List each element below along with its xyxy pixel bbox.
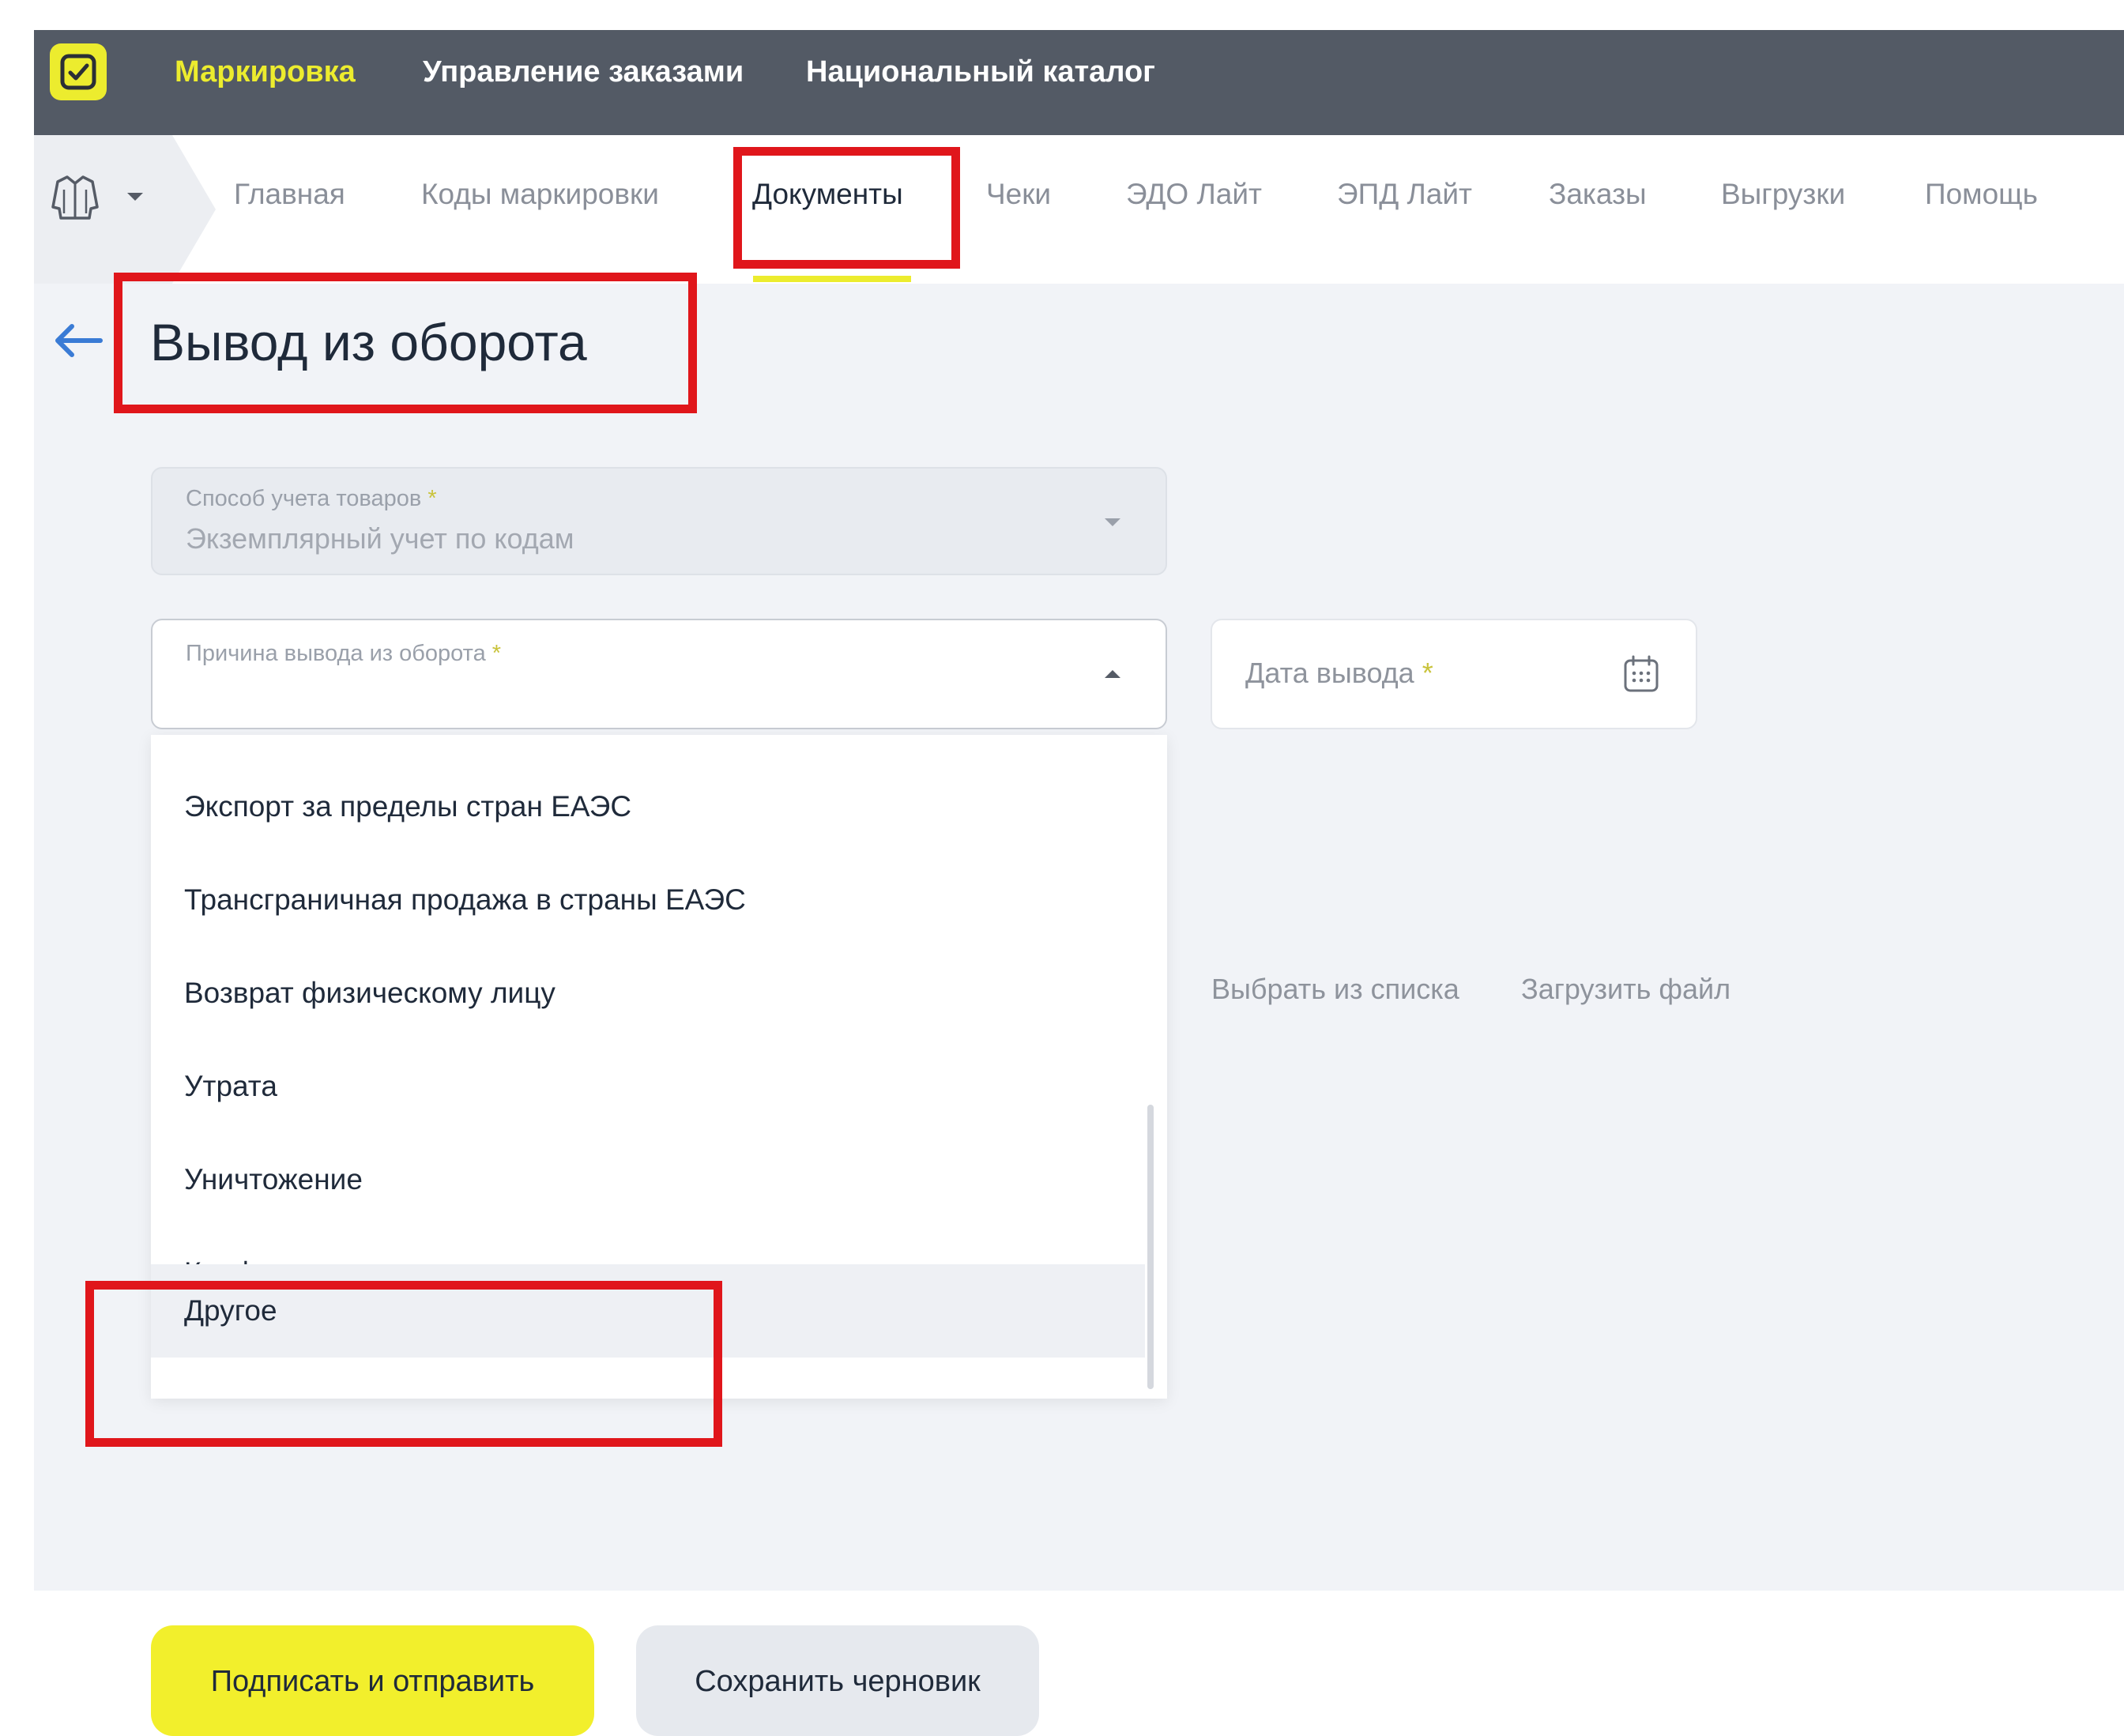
subnav-home[interactable]: Главная <box>234 135 345 284</box>
accounting-method-value: Экземплярный учет по кодам <box>186 522 574 555</box>
subnav-marking-codes[interactable]: Коды маркировки <box>421 135 659 284</box>
calendar-icon[interactable] <box>1621 654 1661 694</box>
upload-file-link[interactable]: Загрузить файл <box>1521 973 1730 1006</box>
dropdown-option[interactable]: Экспорт за пределы стран ЕАЭС <box>151 760 1145 853</box>
app-window: Маркировка Управление заказами Националь… <box>34 30 2124 1591</box>
dropdown-option[interactable]: Уничтожение <box>151 1133 1145 1226</box>
withdrawal-date-field[interactable]: Дата вывода * <box>1211 619 1697 729</box>
secondary-nav: Главная Коды маркировки Документы Чеки Э… <box>34 135 2124 284</box>
topnav-marking[interactable]: Маркировка <box>175 55 356 89</box>
logo-icon[interactable] <box>50 43 107 100</box>
subnav-edo-lite[interactable]: ЭДО Лайт <box>1126 135 1262 284</box>
subnav-documents[interactable]: Документы <box>752 135 903 284</box>
dropdown-scrollbar[interactable] <box>1147 1105 1154 1389</box>
accounting-method-label: Способ учета товаров * <box>186 486 437 511</box>
subnav-exports[interactable]: Выгрузки <box>1721 135 1845 284</box>
withdrawal-reason-label: Причина вывода из оборота * <box>186 641 502 666</box>
back-arrow-icon[interactable] <box>51 321 104 360</box>
withdrawal-date-placeholder: Дата вывода * <box>1245 657 1433 689</box>
sign-and-send-button[interactable]: Подписать и отправить <box>151 1625 594 1736</box>
dropdown-option-other[interactable]: Другое <box>151 1264 1145 1358</box>
dropdown-option[interactable]: Возврат физическому лицу <box>151 947 1145 1040</box>
dropdown-option[interactable]: Конфискация <box>151 1226 1145 1264</box>
topnav-national-catalog[interactable]: Национальный каталог <box>806 55 1155 89</box>
dropdown-option[interactable]: Трансграничная продажа в страны ЕАЭС <box>151 853 1145 947</box>
product-group-switcher[interactable] <box>34 135 216 284</box>
subnav-orders[interactable]: Заказы <box>1549 135 1647 284</box>
subnav-epd-lite[interactable]: ЭПД Лайт <box>1337 135 1472 284</box>
jacket-icon <box>51 175 99 220</box>
accounting-method-select[interactable]: Способ учета товаров * Экземплярный учет… <box>151 467 1167 575</box>
active-tab-indicator <box>753 276 911 282</box>
top-bar: Маркировка Управление заказами Националь… <box>34 30 2124 135</box>
subnav-help[interactable]: Помощь <box>1925 135 2038 284</box>
select-from-list-link[interactable]: Выбрать из списка <box>1211 973 1459 1006</box>
chevron-up-icon <box>1105 670 1120 678</box>
chevron-down-icon <box>127 193 143 201</box>
save-draft-button[interactable]: Сохранить черновик <box>636 1625 1039 1736</box>
topnav-order-management[interactable]: Управление заказами <box>423 55 744 89</box>
withdrawal-reason-dropdown: Экспорт за пределы стран ЕАЭС Трансграни… <box>151 735 1167 1399</box>
chevron-down-icon <box>1105 518 1120 526</box>
page-title: Вывод из оборота <box>150 313 587 371</box>
subnav-receipts[interactable]: Чеки <box>986 135 1051 284</box>
withdrawal-reason-select[interactable]: Причина вывода из оборота * <box>151 619 1167 729</box>
dropdown-option[interactable]: Утрата <box>151 1040 1145 1133</box>
